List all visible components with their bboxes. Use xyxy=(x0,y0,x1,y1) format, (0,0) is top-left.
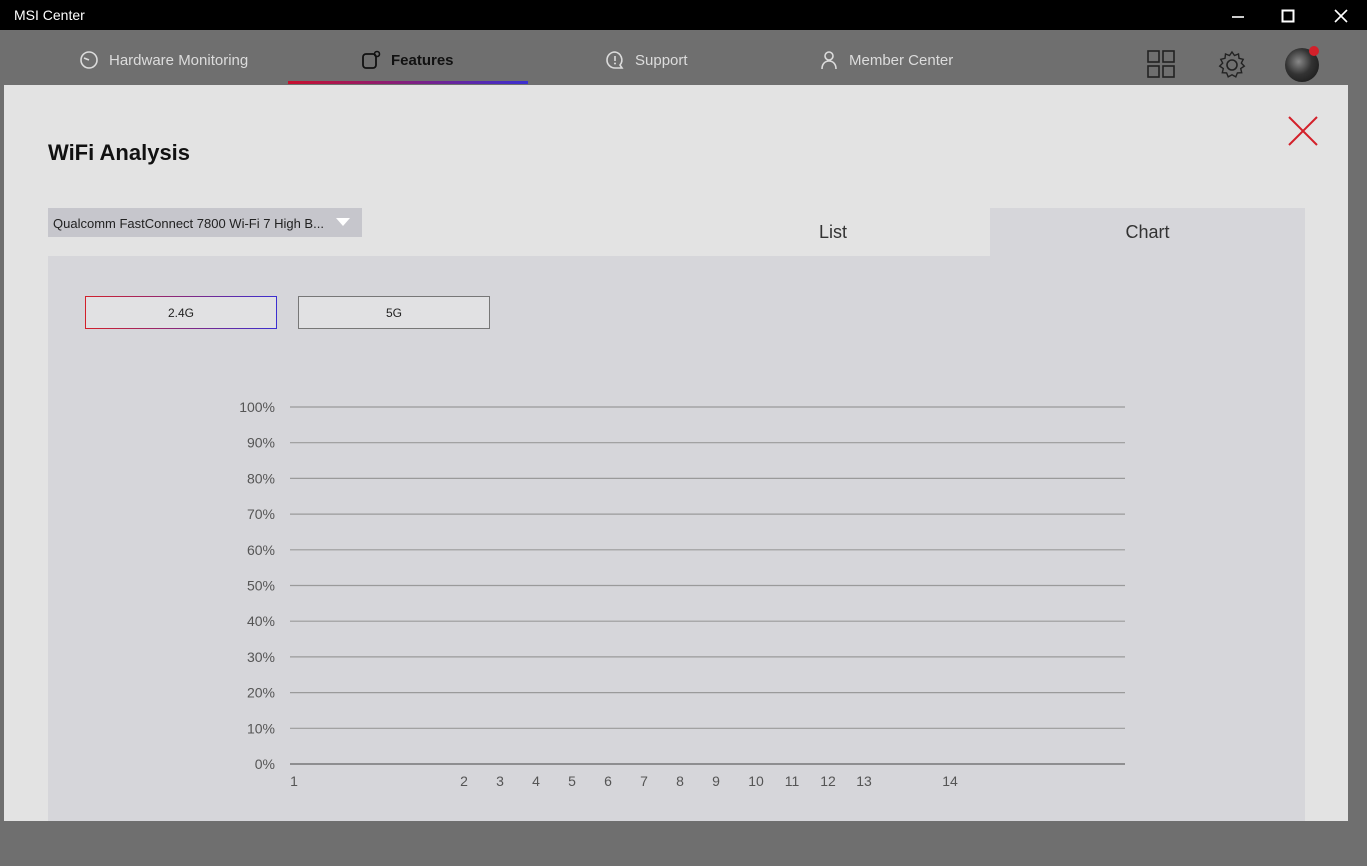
title-bar: MSI Center xyxy=(0,0,1367,30)
settings-button[interactable] xyxy=(1217,50,1247,85)
active-tab-indicator xyxy=(288,81,528,84)
tab-label: Support xyxy=(635,51,688,69)
y-tick-label: 70% xyxy=(247,506,275,522)
x-tick-label: 2 xyxy=(460,773,468,789)
tab-hardware-monitoring[interactable]: Hardware Monitoring xyxy=(79,48,248,72)
tab-features[interactable]: Features xyxy=(361,48,454,72)
tab-label: List xyxy=(818,221,847,242)
chart-area: 2.4G 5G 0% 10% 20% 30% 40% 50% 60% 70% 80% 90% 100… xyxy=(48,256,1305,821)
close-window-button[interactable] xyxy=(1316,0,1366,30)
tab-label: Member Center xyxy=(849,51,954,69)
y-tick-label: 60% xyxy=(247,542,275,558)
gauge-icon xyxy=(80,51,98,69)
y-tick-label: 30% xyxy=(247,649,275,665)
gear-icon xyxy=(1218,50,1246,78)
chat-icon xyxy=(606,51,624,69)
adapter-select[interactable]: Qualcomm FastConnect 7800 Wi-Fi 7 High B… xyxy=(48,208,362,237)
grid-icon xyxy=(1147,50,1175,78)
tab-chart[interactable]: Chart xyxy=(990,208,1305,256)
y-tick-label: 10% xyxy=(247,720,275,736)
close-icon xyxy=(1288,116,1318,146)
x-tick-label: 11 xyxy=(785,773,800,789)
grid-button[interactable] xyxy=(1147,50,1175,83)
y-tick-label: 80% xyxy=(247,470,275,486)
bottom-bar xyxy=(0,821,1367,866)
page-title: WiFi Analysis xyxy=(48,140,191,165)
y-tick-label: 40% xyxy=(247,613,275,629)
tab-label: Features xyxy=(391,51,454,69)
y-tick-label: 50% xyxy=(247,578,275,594)
minimize-icon xyxy=(1232,16,1244,18)
maximize-icon xyxy=(1281,9,1295,23)
y-tick-label: 90% xyxy=(247,435,275,451)
window-title: MSI Center xyxy=(14,7,85,23)
x-tick-label: 9 xyxy=(712,773,720,789)
close-panel-button[interactable] xyxy=(1287,115,1319,147)
x-tick-label: 5 xyxy=(568,773,576,789)
adapter-select-value: Qualcomm FastConnect 7800 Wi-Fi 7 High B… xyxy=(53,216,324,231)
tab-support[interactable]: Support xyxy=(605,48,688,72)
x-tick-label: 10 xyxy=(748,773,764,789)
y-tick-label: 0% xyxy=(255,756,275,772)
x-tick-label: 8 xyxy=(676,773,684,789)
wifi-analysis-panel: WiFi Analysis Qualcomm FastConnect 7800 … xyxy=(4,85,1348,821)
minimize-button[interactable] xyxy=(1213,0,1263,30)
x-tick-label: 12 xyxy=(820,773,836,789)
y-tick-label: 20% xyxy=(247,685,275,701)
x-tick-label: 14 xyxy=(942,773,958,789)
x-tick-label: 6 xyxy=(604,773,612,789)
y-tick-label: 100% xyxy=(239,399,275,415)
tab-label: Chart xyxy=(1125,221,1170,242)
x-tick-label: 1 xyxy=(290,773,298,789)
tab-member-center[interactable]: Member Center xyxy=(819,48,953,72)
x-tick-label: 7 xyxy=(640,773,648,789)
signal-chart: 0%10%20%30%40%50%60%70%80%90%100%1 2 3 4 5 6 7… xyxy=(239,399,1125,789)
x-tick-label: 3 xyxy=(496,773,504,789)
maximize-button[interactable] xyxy=(1263,0,1313,30)
person-icon xyxy=(821,51,837,70)
features-icon xyxy=(362,50,381,69)
tab-list[interactable]: List xyxy=(676,208,990,256)
chevron-down-icon xyxy=(336,218,350,226)
tab-label: Hardware Monitoring xyxy=(109,51,249,69)
x-tick-label: 13 xyxy=(856,773,872,789)
close-icon xyxy=(1334,9,1348,23)
x-tick-label: 4 xyxy=(532,773,540,789)
top-navigation: Hardware Monitoring Features Support Mem… xyxy=(0,30,1367,85)
notification-dot xyxy=(1309,46,1319,56)
